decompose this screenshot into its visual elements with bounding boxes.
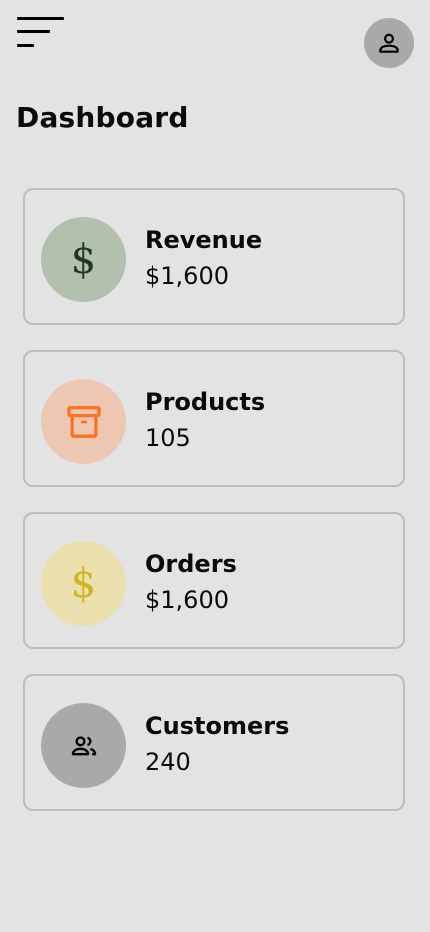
dollar-icon: $ [70, 236, 97, 283]
revenue-icon-circle: $ [41, 217, 126, 302]
products-label: Products [145, 388, 266, 416]
archive-box-icon [66, 405, 101, 438]
revenue-card[interactable]: $ Revenue $1,600 [23, 188, 405, 325]
customers-card[interactable]: Customers 240 [23, 674, 405, 811]
menu-icon-bar [17, 44, 34, 47]
customers-icon-circle [41, 703, 126, 788]
products-value: 105 [145, 424, 191, 452]
orders-icon-circle: $ [41, 541, 126, 626]
customers-value: 240 [145, 748, 191, 776]
revenue-label: Revenue [145, 226, 263, 254]
profile-button[interactable] [364, 18, 414, 68]
orders-label: Orders [145, 550, 237, 578]
products-card[interactable]: Products 105 [23, 350, 405, 487]
orders-card[interactable]: $ Orders $1,600 [23, 512, 405, 649]
orders-value: $1,600 [145, 586, 229, 614]
menu-button[interactable] [17, 17, 65, 49]
user-icon [379, 33, 399, 53]
page-title: Dashboard [16, 101, 189, 134]
revenue-value: $1,600 [145, 262, 229, 290]
menu-icon-bar [17, 17, 64, 20]
dashboard-page: Dashboard $ Revenue $1,600 Products 105 … [0, 0, 430, 932]
people-icon [71, 735, 96, 755]
products-icon-circle [41, 379, 126, 464]
customers-label: Customers [145, 712, 290, 740]
menu-icon-bar [17, 30, 50, 33]
dollar-icon: $ [70, 560, 97, 607]
